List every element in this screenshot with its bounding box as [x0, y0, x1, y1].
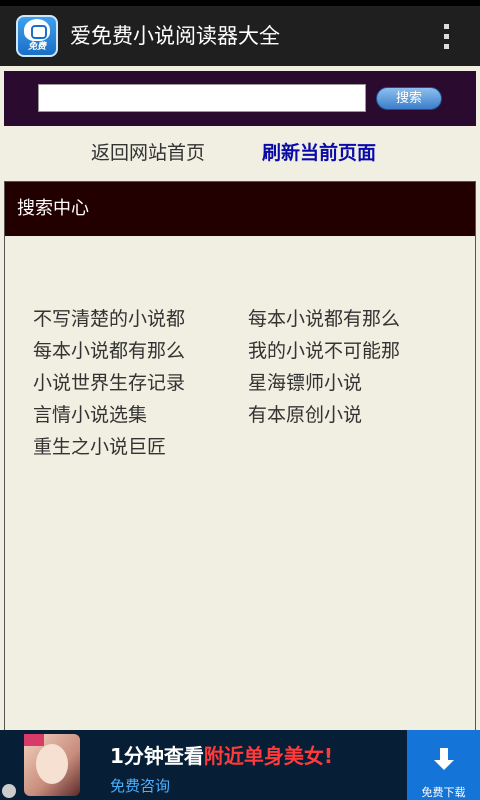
app-logo-icon: 免费: [16, 15, 58, 57]
novel-link[interactable]: 重生之小说巨匠: [33, 432, 166, 459]
home-link[interactable]: 返回网站首页: [91, 138, 205, 168]
ad-consult-link[interactable]: 免费咨询: [110, 775, 170, 796]
ad-headline-prefix: 1分钟查看: [110, 744, 204, 768]
novel-link[interactable]: 我的小说不可能那: [248, 336, 400, 363]
refresh-link[interactable]: 刷新当前页面: [262, 138, 376, 168]
novel-link[interactable]: 不写清楚的小说都: [33, 304, 185, 331]
novel-link[interactable]: 小说世界生存记录: [33, 368, 185, 395]
ad-headline-highlight: 附近单身美女!: [203, 744, 334, 768]
novel-link[interactable]: 星海镖师小说: [248, 368, 362, 395]
search-center-title: 搜索中心: [5, 182, 475, 236]
novel-link[interactable]: 有本原创小说: [248, 400, 362, 427]
search-panel: 搜索: [4, 71, 476, 126]
nav-links: 返回网站首页 刷新当前页面: [0, 138, 480, 168]
novel-link[interactable]: 每本小说都有那么: [33, 336, 185, 363]
search-button[interactable]: 搜索: [376, 87, 442, 110]
novel-link[interactable]: 每本小说都有那么: [248, 304, 400, 331]
ad-banner[interactable]: 1分钟查看附近单身美女! 免费咨询 免费下载: [0, 730, 480, 800]
download-label: 免费下载: [421, 786, 466, 799]
app-title: 爱免费小说阅读器大全: [70, 24, 280, 48]
ad-download-button[interactable]: 免费下载: [407, 730, 480, 800]
ad-headline[interactable]: 1分钟查看附近单身美女!: [110, 740, 333, 769]
search-input[interactable]: [38, 84, 366, 112]
novel-link[interactable]: 言情小说选集: [33, 400, 147, 427]
app-logo-text: 免费: [27, 42, 46, 52]
search-center-panel: 搜索中心 不写清楚的小说都 每本小说都有那么 每本小说都有那么 我的小说不可能那…: [4, 181, 476, 741]
action-bar: 免费 爱免费小说阅读器大全: [0, 6, 480, 66]
ad-badge-icon: [24, 734, 44, 746]
overflow-menu-icon[interactable]: [444, 24, 450, 50]
paw-icon: [2, 784, 16, 798]
download-icon: [433, 748, 455, 774]
